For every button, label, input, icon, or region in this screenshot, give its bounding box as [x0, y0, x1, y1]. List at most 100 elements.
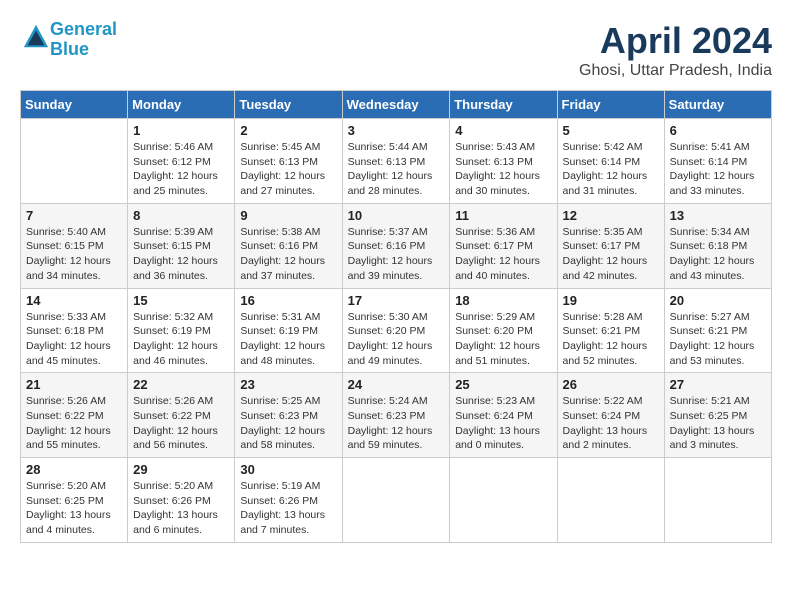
calendar-body: 1 Sunrise: 5:46 AM Sunset: 6:12 PM Daylig… — [21, 119, 772, 543]
calendar-cell — [342, 458, 450, 543]
day-detail: Sunrise: 5:45 AM Sunset: 6:13 PM Dayligh… — [240, 140, 336, 199]
day-detail: Sunrise: 5:32 AM Sunset: 6:19 PM Dayligh… — [133, 310, 229, 369]
calendar-cell: 30 Sunrise: 5:19 AM Sunset: 6:26 PM Dayli… — [235, 458, 342, 543]
calendar-cell: 11 Sunrise: 5:36 AM Sunset: 6:17 PM Dayli… — [450, 203, 557, 288]
day-number: 10 — [348, 208, 445, 223]
calendar-cell — [557, 458, 664, 543]
calendar-cell: 23 Sunrise: 5:25 AM Sunset: 6:23 PM Dayli… — [235, 373, 342, 458]
calendar-cell: 22Sunrise: 5:26 AM Sunset: 6:22 PM Dayli… — [128, 373, 235, 458]
month-title: April 2024 — [579, 20, 772, 62]
calendar-cell: 27 Sunrise: 5:21 AM Sunset: 6:25 PM Dayli… — [664, 373, 771, 458]
day-detail: Sunrise: 5:34 AM Sunset: 6:18 PM Dayligh… — [670, 225, 766, 284]
day-detail: Sunrise: 5:38 AM Sunset: 6:16 PM Dayligh… — [240, 225, 336, 284]
calendar-week-2: 7 Sunrise: 5:40 AM Sunset: 6:15 PM Daylig… — [21, 203, 772, 288]
calendar-cell: 26Sunrise: 5:22 AM Sunset: 6:24 PM Dayli… — [557, 373, 664, 458]
calendar-cell: 12 Sunrise: 5:35 AM Sunset: 6:17 PM Dayli… — [557, 203, 664, 288]
calendar-week-3: 14 Sunrise: 5:33 AM Sunset: 6:18 PM Dayli… — [21, 288, 772, 373]
day-number: 22 — [133, 377, 229, 392]
weekday-header-sunday: Sunday — [21, 91, 128, 119]
day-number: 9 — [240, 208, 336, 223]
calendar-cell — [450, 458, 557, 543]
day-detail: Sunrise: 5:37 AM Sunset: 6:16 PM Dayligh… — [348, 225, 445, 284]
day-detail: Sunrise: 5:44 AM Sunset: 6:13 PM Dayligh… — [348, 140, 445, 199]
calendar-cell: 16 Sunrise: 5:31 AM Sunset: 6:19 PM Dayli… — [235, 288, 342, 373]
calendar-week-1: 1 Sunrise: 5:46 AM Sunset: 6:12 PM Daylig… — [21, 119, 772, 204]
location: Ghosi, Uttar Pradesh, India — [579, 62, 772, 80]
day-number: 11 — [455, 208, 551, 223]
day-number: 8 — [133, 208, 229, 223]
calendar-cell: 21Sunrise: 5:26 AM Sunset: 6:22 PM Dayli… — [21, 373, 128, 458]
calendar-cell: 28Sunrise: 5:20 AM Sunset: 6:25 PM Dayli… — [21, 458, 128, 543]
day-number: 18 — [455, 293, 551, 308]
weekday-header-row: SundayMondayTuesdayWednesdayThursdayFrid… — [21, 91, 772, 119]
day-number: 23 — [240, 377, 336, 392]
title-block: April 2024 Ghosi, Uttar Pradesh, India — [579, 20, 772, 80]
day-number: 17 — [348, 293, 445, 308]
logo-line2: Blue — [50, 39, 89, 59]
day-number: 12 — [563, 208, 659, 223]
day-number: 7 — [26, 208, 122, 223]
logo-text: General Blue — [50, 20, 117, 60]
day-detail: Sunrise: 5:25 AM Sunset: 6:23 PM Dayligh… — [240, 394, 336, 453]
calendar-cell: 24 Sunrise: 5:24 AM Sunset: 6:23 PM Dayli… — [342, 373, 450, 458]
day-detail: Sunrise: 5:23 AM Sunset: 6:24 PM Dayligh… — [455, 394, 551, 453]
day-detail: Sunrise: 5:33 AM Sunset: 6:18 PM Dayligh… — [26, 310, 122, 369]
day-detail: Sunrise: 5:27 AM Sunset: 6:21 PM Dayligh… — [670, 310, 766, 369]
day-number: 24 — [348, 377, 445, 392]
day-number: 27 — [670, 377, 766, 392]
calendar-table: SundayMondayTuesdayWednesdayThursdayFrid… — [20, 90, 772, 543]
day-detail: Sunrise: 5:39 AM Sunset: 6:15 PM Dayligh… — [133, 225, 229, 284]
day-detail: Sunrise: 5:24 AM Sunset: 6:23 PM Dayligh… — [348, 394, 445, 453]
day-detail: Sunrise: 5:29 AM Sunset: 6:20 PM Dayligh… — [455, 310, 551, 369]
calendar-cell: 8 Sunrise: 5:39 AM Sunset: 6:15 PM Daylig… — [128, 203, 235, 288]
calendar-cell: 2Sunrise: 5:45 AM Sunset: 6:13 PM Daylig… — [235, 119, 342, 204]
day-number: 25 — [455, 377, 551, 392]
calendar-week-4: 21Sunrise: 5:26 AM Sunset: 6:22 PM Dayli… — [21, 373, 772, 458]
day-detail: Sunrise: 5:30 AM Sunset: 6:20 PM Dayligh… — [348, 310, 445, 369]
day-number: 1 — [133, 123, 229, 138]
day-number: 21 — [26, 377, 122, 392]
calendar-cell: 4Sunrise: 5:43 AM Sunset: 6:13 PM Daylig… — [450, 119, 557, 204]
weekday-header-wednesday: Wednesday — [342, 91, 450, 119]
logo-icon — [22, 23, 50, 51]
day-detail: Sunrise: 5:21 AM Sunset: 6:25 PM Dayligh… — [670, 394, 766, 453]
calendar-cell — [664, 458, 771, 543]
calendar-week-5: 28Sunrise: 5:20 AM Sunset: 6:25 PM Dayli… — [21, 458, 772, 543]
day-detail: Sunrise: 5:40 AM Sunset: 6:15 PM Dayligh… — [26, 225, 122, 284]
weekday-header-monday: Monday — [128, 91, 235, 119]
day-number: 28 — [26, 462, 122, 477]
calendar-cell: 19 Sunrise: 5:28 AM Sunset: 6:21 PM Dayli… — [557, 288, 664, 373]
page-header: General Blue April 2024 Ghosi, Uttar Pra… — [20, 20, 772, 80]
day-number: 13 — [670, 208, 766, 223]
day-detail: Sunrise: 5:41 AM Sunset: 6:14 PM Dayligh… — [670, 140, 766, 199]
day-number: 29 — [133, 462, 229, 477]
day-number: 3 — [348, 123, 445, 138]
day-detail: Sunrise: 5:19 AM Sunset: 6:26 PM Dayligh… — [240, 479, 336, 538]
day-detail: Sunrise: 5:35 AM Sunset: 6:17 PM Dayligh… — [563, 225, 659, 284]
day-detail: Sunrise: 5:22 AM Sunset: 6:24 PM Dayligh… — [563, 394, 659, 453]
calendar-cell: 14 Sunrise: 5:33 AM Sunset: 6:18 PM Dayli… — [21, 288, 128, 373]
calendar-cell — [21, 119, 128, 204]
calendar-header: SundayMondayTuesdayWednesdayThursdayFrid… — [21, 91, 772, 119]
day-number: 4 — [455, 123, 551, 138]
day-detail: Sunrise: 5:36 AM Sunset: 6:17 PM Dayligh… — [455, 225, 551, 284]
calendar-cell: 17 Sunrise: 5:30 AM Sunset: 6:20 PM Dayli… — [342, 288, 450, 373]
day-number: 14 — [26, 293, 122, 308]
day-number: 30 — [240, 462, 336, 477]
day-number: 5 — [563, 123, 659, 138]
calendar-cell: 18 Sunrise: 5:29 AM Sunset: 6:20 PM Dayli… — [450, 288, 557, 373]
day-detail: Sunrise: 5:46 AM Sunset: 6:12 PM Dayligh… — [133, 140, 229, 199]
day-detail: Sunrise: 5:28 AM Sunset: 6:21 PM Dayligh… — [563, 310, 659, 369]
weekday-header-friday: Friday — [557, 91, 664, 119]
weekday-header-saturday: Saturday — [664, 91, 771, 119]
day-number: 20 — [670, 293, 766, 308]
calendar-cell: 29 Sunrise: 5:20 AM Sunset: 6:26 PM Dayli… — [128, 458, 235, 543]
calendar-cell: 13 Sunrise: 5:34 AM Sunset: 6:18 PM Dayli… — [664, 203, 771, 288]
calendar-cell: 7 Sunrise: 5:40 AM Sunset: 6:15 PM Daylig… — [21, 203, 128, 288]
day-number: 16 — [240, 293, 336, 308]
day-detail: Sunrise: 5:20 AM Sunset: 6:26 PM Dayligh… — [133, 479, 229, 538]
calendar-cell: 15Sunrise: 5:32 AM Sunset: 6:19 PM Dayli… — [128, 288, 235, 373]
day-number: 19 — [563, 293, 659, 308]
day-detail: Sunrise: 5:31 AM Sunset: 6:19 PM Dayligh… — [240, 310, 336, 369]
calendar-cell: 3 Sunrise: 5:44 AM Sunset: 6:13 PM Daylig… — [342, 119, 450, 204]
